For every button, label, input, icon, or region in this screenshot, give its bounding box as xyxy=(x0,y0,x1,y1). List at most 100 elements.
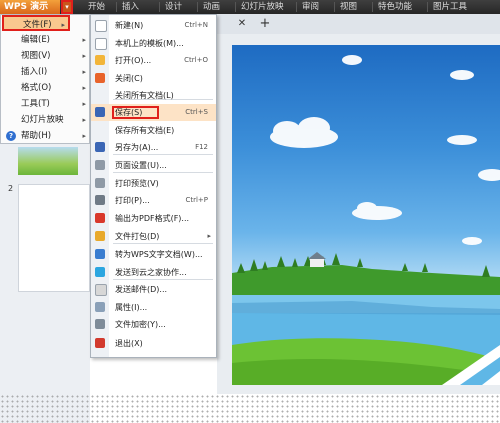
ribbon-tab-4[interactable]: 动画 xyxy=(203,0,220,14)
file-menu-item-15[interactable]: 发送到云之家协作... xyxy=(91,264,216,281)
file-menu-item-label: 属性(I)... xyxy=(115,303,148,312)
chevron-right-icon: ▸ xyxy=(61,21,65,29)
print-icon xyxy=(95,195,105,205)
file-menu-item-label: 退出(X) xyxy=(115,339,143,348)
main-menu-item-label: 工具(T) xyxy=(21,99,50,109)
shortcut-label: Ctrl+O xyxy=(184,56,208,64)
main-menu-item-2[interactable]: 编辑(E) ▸ xyxy=(2,32,89,48)
exit-icon xyxy=(95,338,105,348)
main-menu-item-5[interactable]: 格式(O) ▸ xyxy=(2,80,89,96)
shortcut-label: Ctrl+P xyxy=(185,196,208,204)
close-tab-icon[interactable]: ✕ xyxy=(235,17,249,31)
file-menu-item-label: 另存为(A)... xyxy=(115,143,159,152)
file-menu-item-2[interactable]: 本机上的模板(M)... xyxy=(91,35,216,52)
help-icon: ? xyxy=(6,131,16,141)
ribbon-separator xyxy=(372,2,373,12)
shortcut-label: Ctrl+S xyxy=(185,108,208,116)
file-menu-item-label: 关闭所有文档(L) xyxy=(115,91,174,100)
main-menu-item-8[interactable]: ? 帮助(H) ▸ xyxy=(2,128,89,144)
file-menu-item-16[interactable]: 发送邮件(D)... xyxy=(91,281,216,298)
chevron-right-icon: ▸ xyxy=(82,84,86,92)
file-menu-item-label: 保存所有文档(E) xyxy=(115,126,175,135)
file-menu-item-label: 页面设置(U)... xyxy=(115,161,167,170)
landscape-image xyxy=(232,55,500,385)
slide-thumbnail-2[interactable] xyxy=(18,184,90,292)
app-menu-dropdown-button[interactable]: ▾ xyxy=(61,0,73,14)
convert-document-icon xyxy=(95,249,105,259)
new-document-icon xyxy=(95,20,107,32)
ribbon-tab-2[interactable]: 插入 xyxy=(122,0,139,14)
slide-canvas[interactable] xyxy=(232,45,500,385)
main-menu-item-6[interactable]: 工具(T) ▸ xyxy=(2,96,89,112)
file-menu-item-12[interactable]: 输出为PDF格式(F)... xyxy=(91,210,216,227)
chevron-right-icon: ▸ xyxy=(82,116,86,124)
main-menu-item-3[interactable]: 视图(V) ▸ xyxy=(2,48,89,64)
chevron-right-icon: ▸ xyxy=(82,100,86,108)
print-preview-icon xyxy=(95,178,105,188)
file-menu-item-label: 打印预览(V) xyxy=(115,179,159,188)
main-menu-item-label: 编辑(E) xyxy=(21,35,51,45)
wps-app-button[interactable]: WPS 演示 xyxy=(0,0,60,14)
file-menu-item-19[interactable]: 退出(X) xyxy=(91,335,216,352)
file-menu-item-7[interactable]: 保存所有文档(E) xyxy=(91,122,216,139)
ribbon-tab-9[interactable]: 图片工具 xyxy=(433,0,467,14)
file-menu-item-label: 关闭(C) xyxy=(115,74,143,83)
file-menu-item-label: 文件加密(Y)... xyxy=(115,320,166,329)
ribbon-tab-1[interactable]: 开始 xyxy=(88,0,105,14)
slide-thumbnail-1[interactable] xyxy=(18,147,78,175)
file-menu-item-label: 打印(P)... xyxy=(115,196,150,205)
chevron-right-icon: ▸ xyxy=(82,36,86,44)
ribbon-tab-5[interactable]: 幻灯片放映 xyxy=(241,0,284,14)
file-menu-item-label: 本机上的模板(M)... xyxy=(115,39,184,48)
file-menu-item-4[interactable]: 关闭(C) xyxy=(91,70,216,87)
ribbon-tab-3[interactable]: 设计 xyxy=(165,0,182,14)
save-icon xyxy=(95,107,105,117)
main-menu-item-label: 视图(V) xyxy=(21,51,51,61)
ribbon-tab-7[interactable]: 视图 xyxy=(340,0,357,14)
pdf-icon xyxy=(95,213,105,223)
template-icon xyxy=(95,38,107,50)
file-menu-item-9[interactable]: 页面设置(U)... xyxy=(91,157,216,174)
ribbon-separator xyxy=(334,2,335,12)
file-menu-item-label: 输出为PDF格式(F)... xyxy=(115,214,190,223)
main-menu-item-label: 插入(I) xyxy=(21,67,48,77)
ribbon-tab-8[interactable]: 特色功能 xyxy=(378,0,412,14)
ribbon-separator xyxy=(235,2,236,12)
ribbon-separator xyxy=(159,2,160,12)
torn-edge-decoration xyxy=(0,394,500,423)
main-menu-item-1[interactable]: 文件(F) ▸ xyxy=(2,15,70,31)
open-folder-icon xyxy=(95,55,105,65)
file-menu-item-13[interactable]: 文件打包(D) ▸ xyxy=(91,228,216,245)
save-highlight-box xyxy=(112,106,159,119)
ribbon-separator xyxy=(427,2,428,12)
file-menu-item-label: 发送邮件(D)... xyxy=(115,285,168,294)
file-menu-item-14[interactable]: 转为WPS文字文档(W)... xyxy=(91,246,216,263)
file-menu-item-8[interactable]: 另存为(A)... F12 xyxy=(91,139,216,156)
file-menu-item-5[interactable]: 关闭所有文档(L) xyxy=(91,87,216,104)
file-menu-item-1[interactable]: 新建(N) Ctrl+N xyxy=(91,17,216,34)
file-menu-item-11[interactable]: 打印(P)... Ctrl+P xyxy=(91,192,216,209)
main-menu-item-7[interactable]: 幻灯片放映 ▸ xyxy=(2,112,89,128)
app-main-menu: 文件(F) ▸ 编辑(E) ▸ 视图(V) ▸ 插入(I) ▸ 格式(O) ▸ 工具(T) ▸ 幻灯片放… xyxy=(0,14,90,144)
properties-icon xyxy=(95,302,105,312)
file-menu-item-label: 转为WPS文字文档(W)... xyxy=(115,250,203,259)
file-menu-item-label: 文件打包(D) xyxy=(115,232,160,241)
ribbon-tab-6[interactable]: 审阅 xyxy=(302,0,319,14)
chevron-right-icon: ▸ xyxy=(82,52,86,60)
ribbon-separator xyxy=(197,2,198,12)
file-menu-item-3[interactable]: 打开(O)... Ctrl+O xyxy=(91,52,216,69)
encrypt-icon xyxy=(95,319,105,329)
file-menu-item-10[interactable]: 打印预览(V) xyxy=(91,175,216,192)
file-menu-item-17[interactable]: 属性(I)... xyxy=(91,299,216,316)
new-tab-icon[interactable]: + xyxy=(258,16,272,32)
shortcut-label: Ctrl+N xyxy=(184,21,208,29)
file-menu-item-18[interactable]: 文件加密(Y)... xyxy=(91,316,216,333)
save-as-icon xyxy=(95,142,105,152)
file-menu-item-label: 打开(O)... xyxy=(115,56,152,65)
ribbon-separator xyxy=(296,2,297,12)
file-menu-item-label: 新建(N) xyxy=(115,21,144,30)
main-menu-item-label: 幻灯片放映 xyxy=(21,115,64,125)
main-menu-item-4[interactable]: 插入(I) ▸ xyxy=(2,64,89,80)
slide-number: 2 xyxy=(8,184,14,193)
page-setup-icon xyxy=(95,160,105,170)
